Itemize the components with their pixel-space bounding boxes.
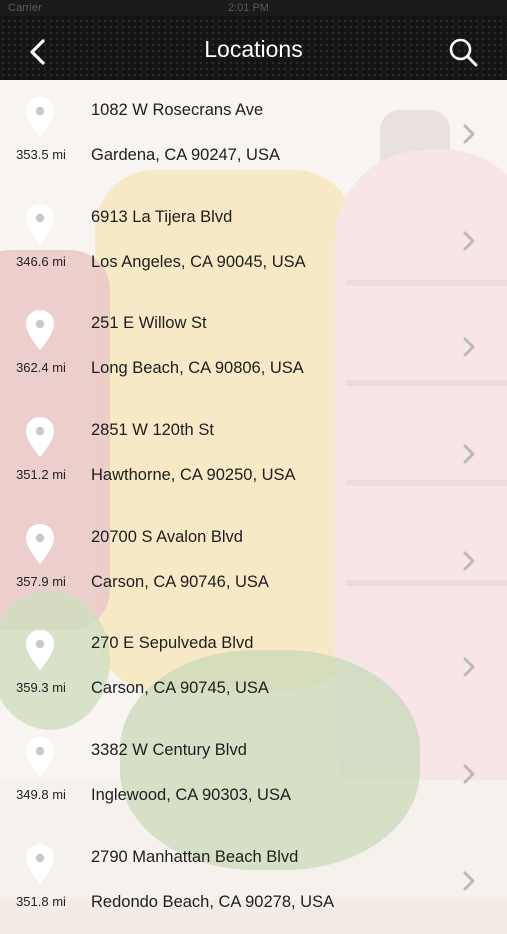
map-pin-icon xyxy=(26,630,54,671)
map-pin-icon xyxy=(26,417,54,458)
distance-label: 351.2 mi xyxy=(16,467,66,483)
chevron-right-icon xyxy=(463,337,475,357)
location-row[interactable]: 346.6 mi 6913 La Tijera Blvd Los Angeles… xyxy=(0,187,507,294)
navigation-bar: Carrier 2:01 PM Locations xyxy=(0,0,507,80)
chevron-right-icon xyxy=(463,444,475,464)
chevron-right-icon xyxy=(463,871,475,891)
map-pin-icon xyxy=(26,843,54,884)
chevron-right-icon xyxy=(463,657,475,677)
location-row[interactable]: 351.2 mi 2851 W 120th St Hawthorne, CA 9… xyxy=(0,400,507,507)
distance-label: 357.9 mi xyxy=(16,573,66,589)
distance-label: 351.8 mi xyxy=(16,893,66,909)
city-state-zip: Hawthorne, CA 90250, USA xyxy=(91,466,296,485)
map-pin-icon xyxy=(26,97,54,137)
distance-label: 362.4 mi xyxy=(16,360,66,376)
map-pin-icon xyxy=(26,523,54,564)
street-address: 2790 Manhattan Beach Blvd xyxy=(91,847,299,866)
map-pin-icon xyxy=(26,203,54,244)
city-state-zip: Gardena, CA 90247, USA xyxy=(91,146,280,164)
distance-label: 353.5 mi xyxy=(16,147,66,162)
locations-list: 353.5 mi 1082 W Rosecrans Ave Gardena, C… xyxy=(0,80,507,934)
distance-label: 346.6 mi xyxy=(16,253,66,269)
status-bar: Carrier 2:01 PM xyxy=(0,0,507,16)
page-title: Locations xyxy=(204,36,303,62)
chevron-right-icon xyxy=(463,231,475,251)
chevron-right-icon xyxy=(463,124,475,144)
street-address: 2851 W 120th St xyxy=(91,421,214,440)
city-state-zip: Redondo Beach, CA 90278, USA xyxy=(91,892,335,911)
city-state-zip: Inglewood, CA 90303, USA xyxy=(91,786,291,805)
distance-label: 359.3 mi xyxy=(16,680,66,696)
map-pin-icon xyxy=(26,737,54,778)
street-address: 270 E Sepulveda Blvd xyxy=(91,634,254,653)
location-row[interactable]: 357.9 mi 20700 S Avalon Blvd Carson, CA … xyxy=(0,507,507,614)
street-address: 6913 La Tijera Blvd xyxy=(91,207,233,226)
city-state-zip: Los Angeles, CA 90045, USA xyxy=(91,252,306,271)
city-state-zip: Carson, CA 90746, USA xyxy=(91,572,269,591)
search-icon[interactable] xyxy=(448,37,478,67)
location-row[interactable]: 362.4 mi 251 E Willow St Long Beach, CA … xyxy=(0,293,507,400)
city-state-zip: Long Beach, CA 90806, USA xyxy=(91,359,304,378)
street-address: 3382 W Century Blvd xyxy=(91,741,247,760)
city-state-zip: Carson, CA 90745, USA xyxy=(91,679,269,698)
map-pin-icon xyxy=(26,310,54,351)
location-row[interactable]: 349.8 mi 3382 W Century Blvd Inglewood, … xyxy=(0,720,507,827)
time-label: 2:01 PM xyxy=(228,2,269,14)
location-row[interactable]: 351.8 mi 2790 Manhattan Beach Blvd Redon… xyxy=(0,827,507,934)
distance-label: 349.8 mi xyxy=(16,787,66,803)
location-row[interactable]: 353.5 mi 1082 W Rosecrans Ave Gardena, C… xyxy=(0,80,507,187)
carrier-label: Carrier xyxy=(8,2,42,14)
street-address: 1082 W Rosecrans Ave xyxy=(91,101,264,119)
location-row[interactable]: 359.3 mi 270 E Sepulveda Blvd Carson, CA… xyxy=(0,613,507,720)
chevron-right-icon xyxy=(463,551,475,571)
street-address: 20700 S Avalon Blvd xyxy=(91,527,243,546)
street-address: 251 E Willow St xyxy=(91,314,207,333)
chevron-right-icon xyxy=(463,764,475,784)
